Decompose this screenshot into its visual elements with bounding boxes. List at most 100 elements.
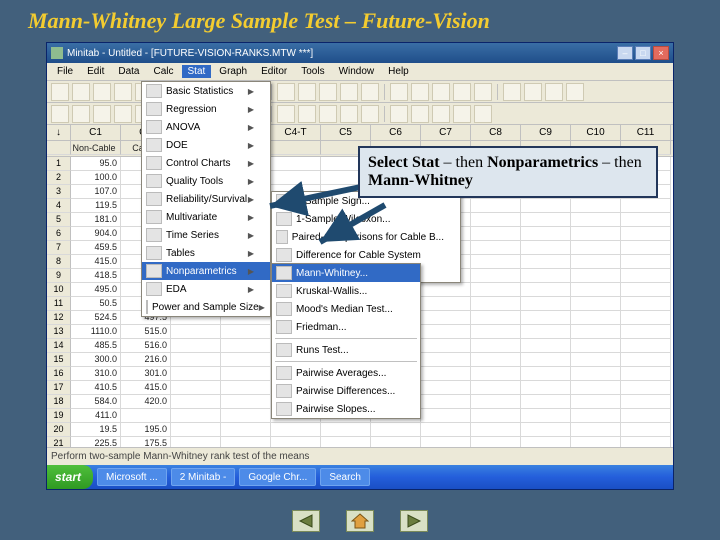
column-header[interactable]: C5	[321, 125, 371, 140]
menu-file[interactable]: File	[51, 65, 79, 78]
toolbar-button[interactable]	[298, 83, 316, 101]
cell[interactable]	[421, 437, 471, 447]
start-button[interactable]: start	[47, 465, 93, 489]
cell[interactable]	[571, 297, 621, 311]
cell[interactable]	[471, 395, 521, 409]
cell[interactable]	[471, 213, 521, 227]
row-header[interactable]: 14	[47, 339, 71, 353]
taskbar-button[interactable]: 2 Minitab -	[171, 468, 236, 486]
toolbar-button[interactable]	[277, 83, 295, 101]
stat-menu-item[interactable]: DOE▶	[142, 136, 270, 154]
toolbar-button[interactable]	[93, 83, 111, 101]
cell[interactable]	[571, 353, 621, 367]
stat-menu-item[interactable]: Reliability/Survival▶	[142, 190, 270, 208]
toolbar-button[interactable]	[51, 83, 69, 101]
column-header[interactable]: C10	[571, 125, 621, 140]
cell[interactable]	[421, 311, 471, 325]
taskbar-button[interactable]: Search	[320, 468, 370, 486]
minimize-button[interactable]: –	[617, 46, 633, 60]
cell[interactable]	[421, 423, 471, 437]
cell[interactable]	[521, 213, 571, 227]
cell[interactable]	[221, 395, 271, 409]
cell[interactable]	[621, 409, 671, 423]
cell[interactable]	[621, 199, 671, 213]
cell[interactable]	[621, 437, 671, 447]
cell[interactable]	[621, 269, 671, 283]
toolbar-button[interactable]	[319, 83, 337, 101]
cell[interactable]: 420.0	[121, 395, 171, 409]
row-header[interactable]: 4	[47, 199, 71, 213]
cell[interactable]: 410.5	[71, 381, 121, 395]
cell[interactable]	[471, 199, 521, 213]
cell[interactable]	[571, 381, 621, 395]
cell[interactable]: 95.0	[71, 157, 121, 171]
cell[interactable]	[621, 311, 671, 325]
cell[interactable]	[521, 395, 571, 409]
cell[interactable]	[521, 297, 571, 311]
cell[interactable]	[621, 325, 671, 339]
stat-menu-item[interactable]: EDA▶	[142, 280, 270, 298]
row-header[interactable]: 8	[47, 255, 71, 269]
cell[interactable]	[521, 269, 571, 283]
column-header[interactable]: C8	[471, 125, 521, 140]
stat-menu-item[interactable]: Time Series▶	[142, 226, 270, 244]
toolbar-button[interactable]	[432, 105, 450, 123]
cell[interactable]: 225.5	[71, 437, 121, 447]
cell[interactable]	[571, 213, 621, 227]
menu-calc[interactable]: Calc	[147, 65, 179, 78]
nonparam-menu-item[interactable]: Pairwise Slopes...	[272, 400, 420, 418]
cell[interactable]	[521, 353, 571, 367]
cell[interactable]	[571, 241, 621, 255]
cell[interactable]	[621, 367, 671, 381]
cell[interactable]	[471, 241, 521, 255]
cell[interactable]	[271, 437, 321, 447]
nonparam-menu-item[interactable]: Mann-Whitney...	[272, 264, 420, 282]
maximize-button[interactable]: □	[635, 46, 651, 60]
nonparam-menu-item[interactable]: Mood's Median Test...	[272, 300, 420, 318]
cell[interactable]	[321, 423, 371, 437]
nav-prev-button[interactable]	[292, 510, 320, 532]
toolbar-button[interactable]	[361, 105, 379, 123]
menu-edit[interactable]: Edit	[81, 65, 110, 78]
toolbar-button[interactable]	[298, 105, 316, 123]
cell[interactable]: 100.0	[71, 171, 121, 185]
cell[interactable]: 310.0	[71, 367, 121, 381]
cell[interactable]	[421, 297, 471, 311]
cell[interactable]	[371, 423, 421, 437]
toolbar-button[interactable]	[72, 105, 90, 123]
cell[interactable]	[621, 213, 671, 227]
toolbar-button[interactable]	[390, 105, 408, 123]
cell[interactable]	[521, 311, 571, 325]
close-button[interactable]: ×	[653, 46, 669, 60]
row-header[interactable]: 3	[47, 185, 71, 199]
cell[interactable]	[521, 339, 571, 353]
row-header[interactable]: 7	[47, 241, 71, 255]
cell[interactable]	[171, 423, 221, 437]
cell[interactable]: 300.0	[71, 353, 121, 367]
cell[interactable]	[571, 409, 621, 423]
menu-data[interactable]: Data	[112, 65, 145, 78]
row-header[interactable]: 13	[47, 325, 71, 339]
cell[interactable]: 418.5	[71, 269, 121, 283]
cell[interactable]: 584.0	[71, 395, 121, 409]
cell[interactable]	[621, 241, 671, 255]
cell[interactable]	[621, 353, 671, 367]
nonparam-menu-item[interactable]: Friedman...	[272, 318, 420, 336]
stat-menu-item[interactable]: ANOVA▶	[142, 118, 270, 136]
cell[interactable]	[571, 395, 621, 409]
cell[interactable]	[621, 255, 671, 269]
cell[interactable]: 107.0	[71, 185, 121, 199]
nav-next-button[interactable]	[400, 510, 428, 532]
cell[interactable]	[221, 381, 271, 395]
row-header[interactable]: 2	[47, 171, 71, 185]
cell[interactable]	[371, 437, 421, 447]
cell[interactable]	[421, 367, 471, 381]
cell[interactable]	[521, 227, 571, 241]
cell[interactable]: 516.0	[121, 339, 171, 353]
cell[interactable]	[571, 325, 621, 339]
toolbar-button[interactable]	[114, 105, 132, 123]
column-header[interactable]: C7	[421, 125, 471, 140]
cell[interactable]	[171, 395, 221, 409]
cell[interactable]	[171, 437, 221, 447]
cell[interactable]: 181.0	[71, 213, 121, 227]
